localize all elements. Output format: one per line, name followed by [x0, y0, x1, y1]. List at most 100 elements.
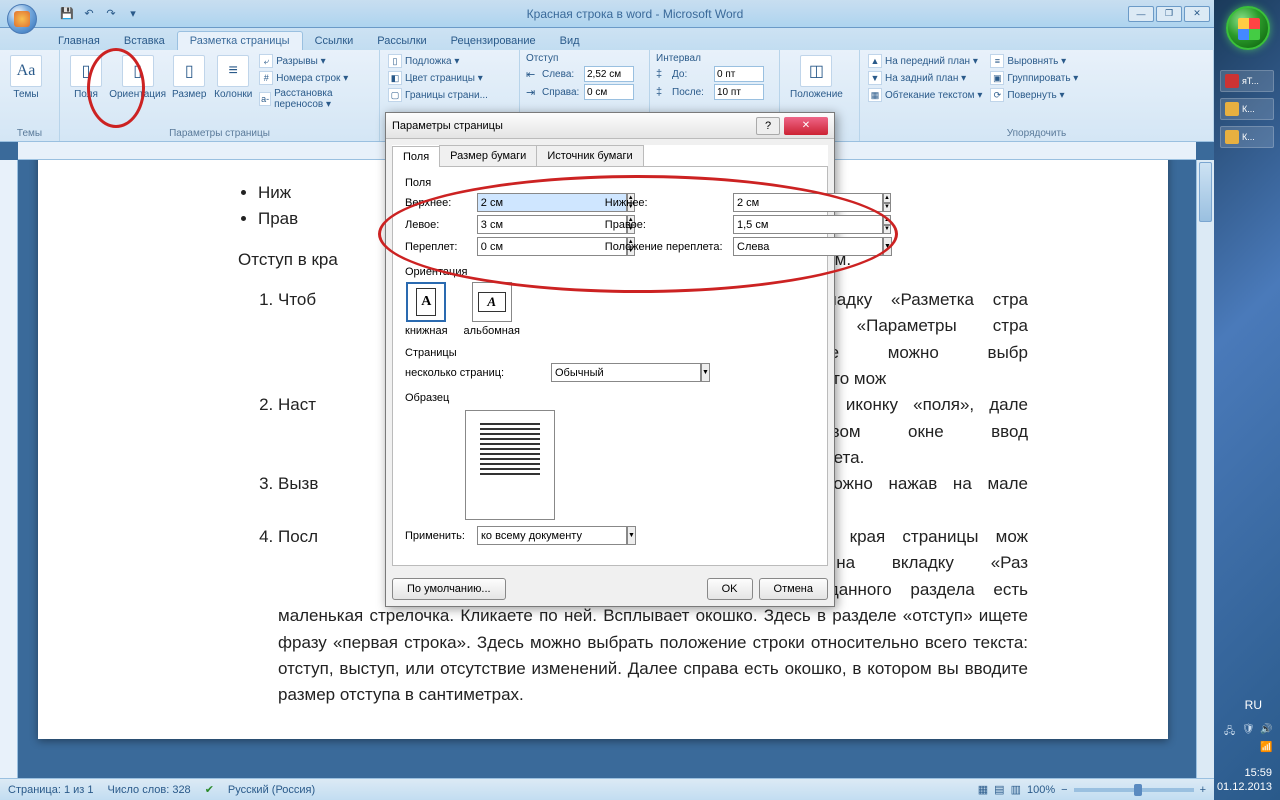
orientation-button[interactable]: ▯Ориентация: [110, 53, 165, 102]
align-icon: ≡: [990, 54, 1004, 68]
indent-title: Отступ: [526, 53, 558, 64]
page-borders-button[interactable]: ▢Границы страни...: [386, 87, 490, 103]
cancel-button[interactable]: Отмена: [759, 578, 828, 600]
tab-home[interactable]: Главная: [46, 32, 112, 50]
apply-to-combo[interactable]: [477, 526, 627, 545]
default-button[interactable]: По умолчанию...: [392, 578, 506, 600]
ok-button[interactable]: OK: [707, 578, 753, 600]
close-button[interactable]: ✕: [1184, 6, 1210, 22]
orientation-portrait[interactable]: Aкнижная: [405, 282, 448, 337]
status-language[interactable]: Русский (Россия): [228, 784, 315, 796]
apply-to-label: Применить:: [405, 530, 471, 542]
tray-network-icon[interactable]: 🖧: [1224, 724, 1238, 738]
language-indicator[interactable]: RU: [1245, 698, 1262, 712]
dialog-close-button[interactable]: ✕: [784, 117, 828, 135]
orientation-landscape[interactable]: Aальбомная: [464, 282, 520, 337]
margins-button[interactable]: ▯Поля: [66, 53, 106, 102]
columns-button[interactable]: ≡Колонки: [213, 53, 253, 102]
tab-review[interactable]: Рецензирование: [439, 32, 548, 50]
indent-left-row: ⇤Слева:: [526, 66, 634, 82]
vertical-scrollbar[interactable]: [1196, 160, 1214, 778]
text-wrap-button[interactable]: ▦Обтекание текстом ▾: [866, 87, 984, 103]
system-tray[interactable]: 🖧 🛡 🔊 📶: [1220, 724, 1274, 756]
gutter-pos-combo[interactable]: [733, 237, 883, 256]
quick-access-toolbar: 💾 ↶ ↷ ▾: [58, 5, 142, 23]
save-icon[interactable]: 💾: [58, 5, 76, 23]
vertical-ruler[interactable]: [0, 160, 18, 778]
minimize-button[interactable]: —: [1128, 6, 1154, 22]
hyphenation-button[interactable]: a-Расстановка переносов ▾: [257, 87, 373, 111]
tab-insert[interactable]: Вставка: [112, 32, 177, 50]
taskbar-item-yandex[interactable]: яТ...: [1220, 70, 1274, 92]
group-page-setup-label: Параметры страницы: [66, 127, 373, 140]
view-read-icon[interactable]: ▤: [994, 783, 1004, 796]
send-back-button[interactable]: ▼На задний план ▾: [866, 70, 984, 86]
chevron-down-icon[interactable]: ▼: [701, 363, 710, 382]
taskbar-item-folder[interactable]: К...: [1220, 98, 1274, 120]
status-words[interactable]: Число слов: 328: [108, 784, 191, 796]
dialog-titlebar[interactable]: Параметры страницы ? ✕: [386, 113, 834, 139]
breaks-button[interactable]: ⤶Разрывы ▾: [257, 53, 373, 69]
tray-signal-icon[interactable]: 📶: [1260, 742, 1274, 756]
dialog-tab-margins[interactable]: Поля: [392, 146, 440, 167]
watermark-button[interactable]: ▯Подложка ▾: [386, 53, 490, 69]
spacing-after-input[interactable]: [714, 84, 764, 100]
tray-shield-icon[interactable]: 🛡: [1242, 724, 1256, 738]
back-icon: ▼: [868, 71, 882, 85]
dialog-help-button[interactable]: ?: [756, 117, 780, 135]
redo-icon[interactable]: ↷: [102, 5, 120, 23]
group-themes-label: Темы: [6, 127, 53, 140]
scrollbar-thumb[interactable]: [1199, 162, 1212, 222]
tab-mailings[interactable]: Рассылки: [365, 32, 438, 50]
undo-icon[interactable]: ↶: [80, 5, 98, 23]
view-web-icon[interactable]: ▥: [1011, 783, 1021, 796]
tab-references[interactable]: Ссылки: [303, 32, 366, 50]
size-button[interactable]: ▯Размер: [169, 53, 209, 102]
page-color-button[interactable]: ◧Цвет страницы ▾: [386, 70, 490, 86]
group-arrange-label: Упорядочить: [866, 127, 1207, 140]
margins-icon: ▯: [70, 55, 102, 87]
dialog-tab-paper[interactable]: Размер бумаги: [439, 145, 537, 166]
start-button[interactable]: [1226, 6, 1270, 50]
doc-text: Отступ в кра: [238, 250, 338, 269]
chevron-down-icon[interactable]: ▼: [627, 526, 636, 545]
bring-front-button[interactable]: ▲На передний план ▾: [866, 53, 984, 69]
hyphen-icon: a-: [259, 92, 271, 106]
ribbon-tabs: Главная Вставка Разметка страницы Ссылки…: [0, 28, 1214, 50]
maximize-button[interactable]: ❐: [1156, 6, 1182, 22]
multi-pages-combo[interactable]: [551, 363, 701, 382]
wrap-icon: ▦: [868, 88, 882, 102]
themes-button[interactable]: AaТемы: [6, 53, 46, 102]
chevron-down-icon[interactable]: ▼: [883, 237, 892, 256]
right-margin-input[interactable]: [733, 215, 883, 234]
line-numbers-button[interactable]: #Номера строк ▾: [257, 70, 373, 86]
indent-left-input[interactable]: [584, 66, 634, 82]
tab-view[interactable]: Вид: [548, 32, 592, 50]
zoom-slider[interactable]: [1074, 788, 1194, 792]
qat-dropdown-icon[interactable]: ▾: [124, 5, 142, 23]
tray-volume-icon[interactable]: 🔊: [1260, 724, 1274, 738]
zoom-out-button[interactable]: −: [1061, 784, 1067, 796]
align-button[interactable]: ≡Выровнять ▾: [988, 53, 1080, 69]
doc-text: Прав: [258, 209, 298, 228]
section-pages-label: Страницы: [405, 347, 815, 359]
status-bar: Страница: 1 из 1 Число слов: 328 ✔ Русск…: [0, 778, 1214, 800]
office-button[interactable]: [0, 0, 38, 28]
status-proof-icon[interactable]: ✔: [205, 783, 214, 796]
position-button[interactable]: ◫Положение: [786, 53, 847, 102]
dialog-tab-source[interactable]: Источник бумаги: [536, 145, 643, 166]
view-print-icon[interactable]: ▦: [978, 783, 988, 796]
preview-page: [465, 410, 555, 520]
zoom-value[interactable]: 100%: [1027, 784, 1055, 796]
clock[interactable]: 15:5901.12.2013: [1217, 766, 1272, 794]
zoom-in-button[interactable]: +: [1200, 784, 1206, 796]
tab-page-layout[interactable]: Разметка страницы: [177, 31, 303, 50]
taskbar-item-folder-2[interactable]: К...: [1220, 126, 1274, 148]
status-page[interactable]: Страница: 1 из 1: [8, 784, 94, 796]
pagecolor-icon: ◧: [388, 71, 402, 85]
bottom-margin-input[interactable]: [733, 193, 883, 212]
spacing-before-input[interactable]: [714, 66, 764, 82]
group-button[interactable]: ▣Группировать ▾: [988, 70, 1080, 86]
indent-right-input[interactable]: [584, 84, 634, 100]
rotate-button[interactable]: ⟳Повернуть ▾: [988, 87, 1080, 103]
